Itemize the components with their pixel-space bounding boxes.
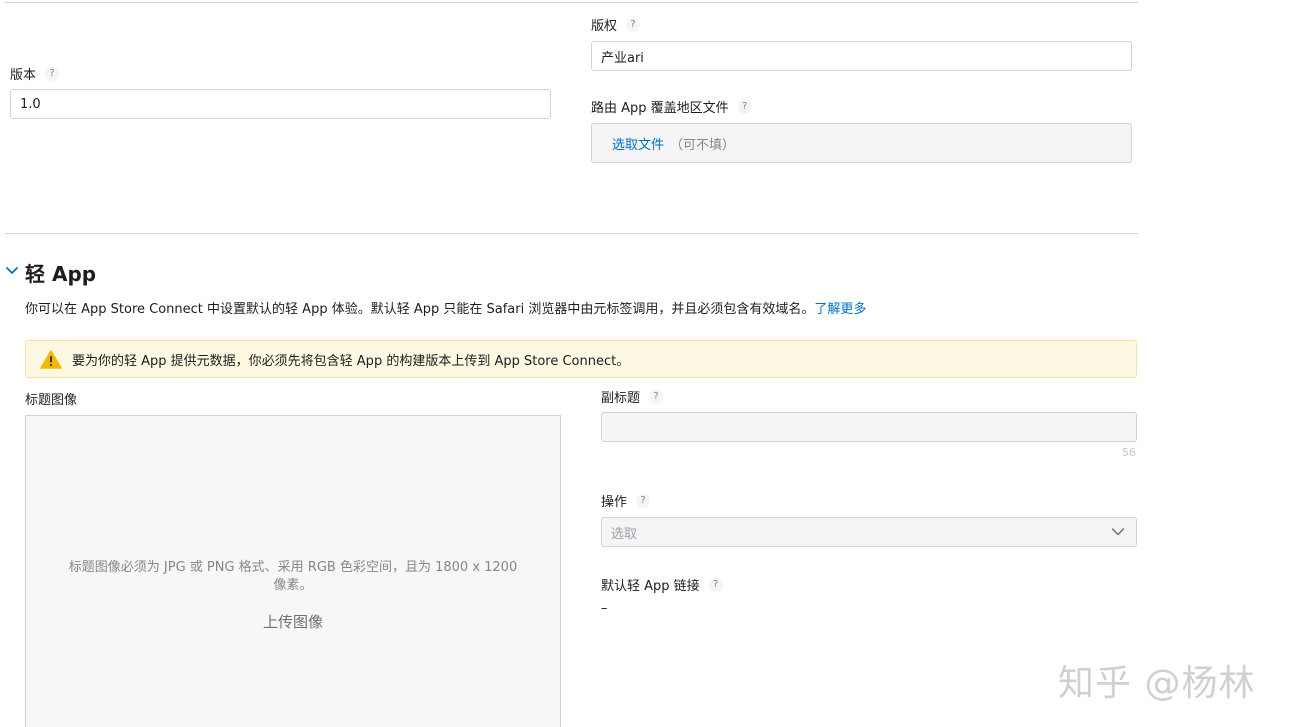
section-description: 你可以在 App Store Connect 中设置默认的轻 App 体验。默认…	[25, 302, 815, 317]
copyright-label-row: 版权 ?	[591, 15, 641, 34]
optional-note: （可不填）	[670, 137, 736, 153]
chevron-down-icon	[6, 267, 18, 274]
routing-label: 路由 App 覆盖地区文件	[591, 101, 729, 116]
default-link-help-icon[interactable]: ?	[708, 577, 723, 592]
learn-more-link[interactable]: 了解更多	[814, 302, 866, 317]
action-select-placeholder: 选取	[611, 526, 638, 542]
default-link-label-row: 默认轻 App 链接 ?	[601, 575, 723, 594]
copyright-help-icon[interactable]: ?	[626, 17, 641, 32]
version-label: 版本	[10, 68, 37, 83]
default-link-label: 默认轻 App 链接	[601, 579, 700, 594]
watermark: 知乎 @杨林	[1058, 663, 1256, 704]
subtitle-char-counter: 56	[1122, 446, 1136, 459]
header-image-dropzone[interactable]: 标题图像必须为 JPG 或 PNG 格式、采用 RGB 色彩空间，且为 1800…	[25, 415, 561, 727]
subtitle-input[interactable]	[601, 412, 1137, 442]
version-help-icon[interactable]: ?	[45, 66, 60, 81]
routing-file-chooser: 选取文件 （可不填）	[591, 123, 1132, 163]
subtitle-label: 副标题	[601, 391, 641, 406]
upload-image-button[interactable]: 上传图像	[26, 611, 560, 632]
copyright-label: 版权	[591, 19, 618, 34]
action-label-row: 操作 ?	[601, 491, 651, 510]
warning-text: 要为你的轻 App 提供元数据，你必须先将包含轻 App 的构建版本上传到 Ap…	[72, 353, 630, 369]
copyright-value: 产业ari	[601, 50, 644, 66]
version-value: 1.0	[20, 96, 41, 112]
action-select[interactable]: 选取	[601, 517, 1137, 547]
warning-banner: 要为你的轻 App 提供元数据，你必须先将包含轻 App 的构建版本上传到 Ap…	[25, 340, 1137, 378]
header-image-label: 标题图像	[25, 393, 78, 408]
routing-help-icon[interactable]: ?	[737, 99, 752, 114]
header-image-hint: 标题图像必须为 JPG 或 PNG 格式、采用 RGB 色彩空间，且为 1800…	[68, 560, 518, 593]
default-link-value: –	[601, 601, 608, 616]
top-divider	[5, 2, 1138, 3]
subtitle-label-row: 副标题 ?	[601, 387, 664, 406]
copyright-input[interactable]: 产业ari	[591, 41, 1132, 71]
choose-file-link[interactable]: 选取文件	[612, 134, 664, 153]
section-collapse-toggle[interactable]	[5, 263, 19, 277]
version-label-row: 版本 ?	[10, 64, 60, 83]
subtitle-help-icon[interactable]: ?	[649, 389, 664, 404]
chevron-down-icon	[1111, 528, 1125, 536]
section-description-row: 你可以在 App Store Connect 中设置默认的轻 App 体验。默认…	[25, 298, 866, 317]
version-input[interactable]: 1.0	[10, 89, 551, 119]
section-divider	[5, 233, 1138, 234]
section-title: 轻 App	[25, 262, 97, 286]
routing-label-row: 路由 App 覆盖地区文件 ?	[591, 97, 752, 116]
action-help-icon[interactable]: ?	[636, 493, 651, 508]
action-label: 操作	[601, 495, 628, 510]
warning-icon	[40, 349, 62, 369]
